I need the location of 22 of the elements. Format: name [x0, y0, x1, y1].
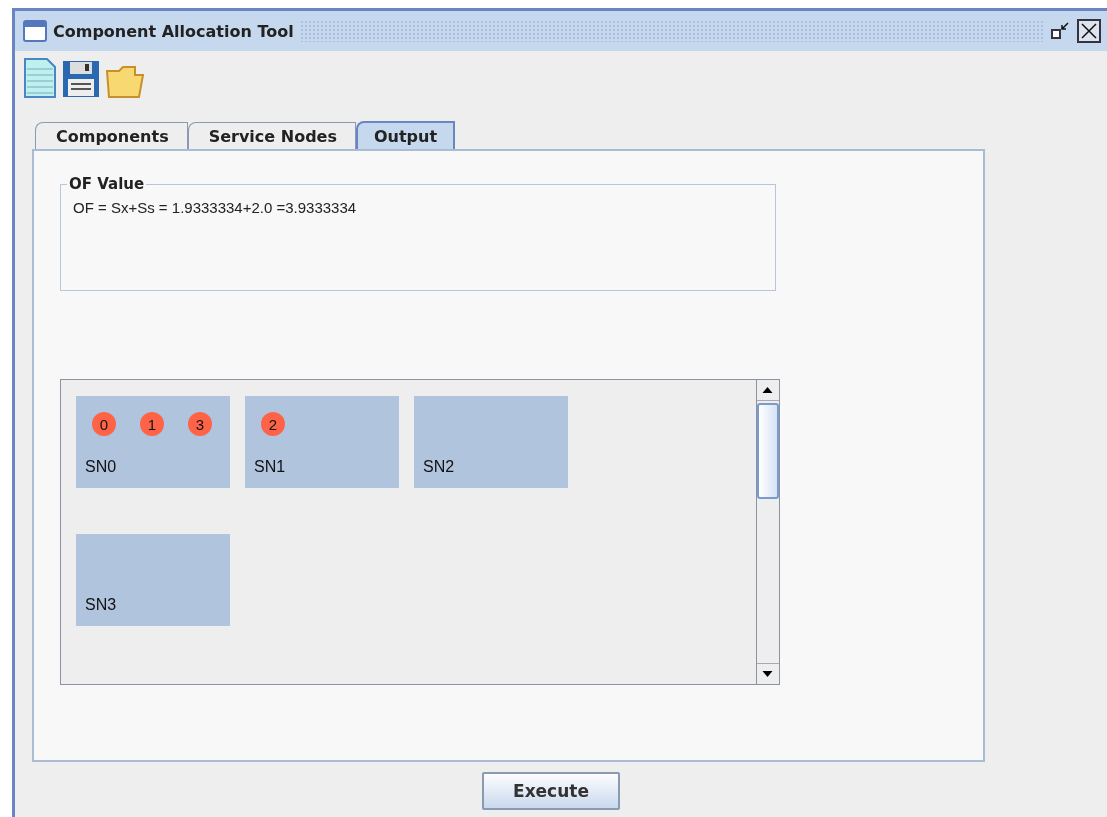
window-icon: [23, 20, 47, 42]
of-value-text: OF = Sx+Ss = 1.9333334+2.0 =3.9333334: [73, 199, 358, 216]
tab[interactable]: Output: [355, 121, 456, 149]
node-label: SN0: [85, 458, 118, 476]
new-document-icon[interactable]: [23, 57, 57, 99]
close-icon[interactable]: [1077, 19, 1101, 43]
execute-button[interactable]: Execute: [482, 772, 620, 810]
node-label: SN2: [423, 458, 456, 476]
component-badge: 1: [140, 412, 164, 436]
tab[interactable]: Service Nodes: [187, 122, 356, 149]
vertical-scrollbar[interactable]: [756, 380, 779, 684]
save-icon[interactable]: [61, 59, 101, 99]
component-badge: 2: [261, 412, 285, 436]
component-badge: 0: [92, 412, 116, 436]
node-label: SN3: [85, 596, 118, 614]
group-legend: OF Value: [67, 175, 147, 193]
tab[interactable]: Components: [35, 122, 188, 149]
node-label: SN1: [254, 458, 287, 476]
window-title: Component Allocation Tool: [53, 21, 294, 41]
restore-icon[interactable]: [1049, 20, 1071, 42]
component-badge: 3: [188, 412, 212, 436]
scroll-thumb[interactable]: [757, 403, 779, 499]
